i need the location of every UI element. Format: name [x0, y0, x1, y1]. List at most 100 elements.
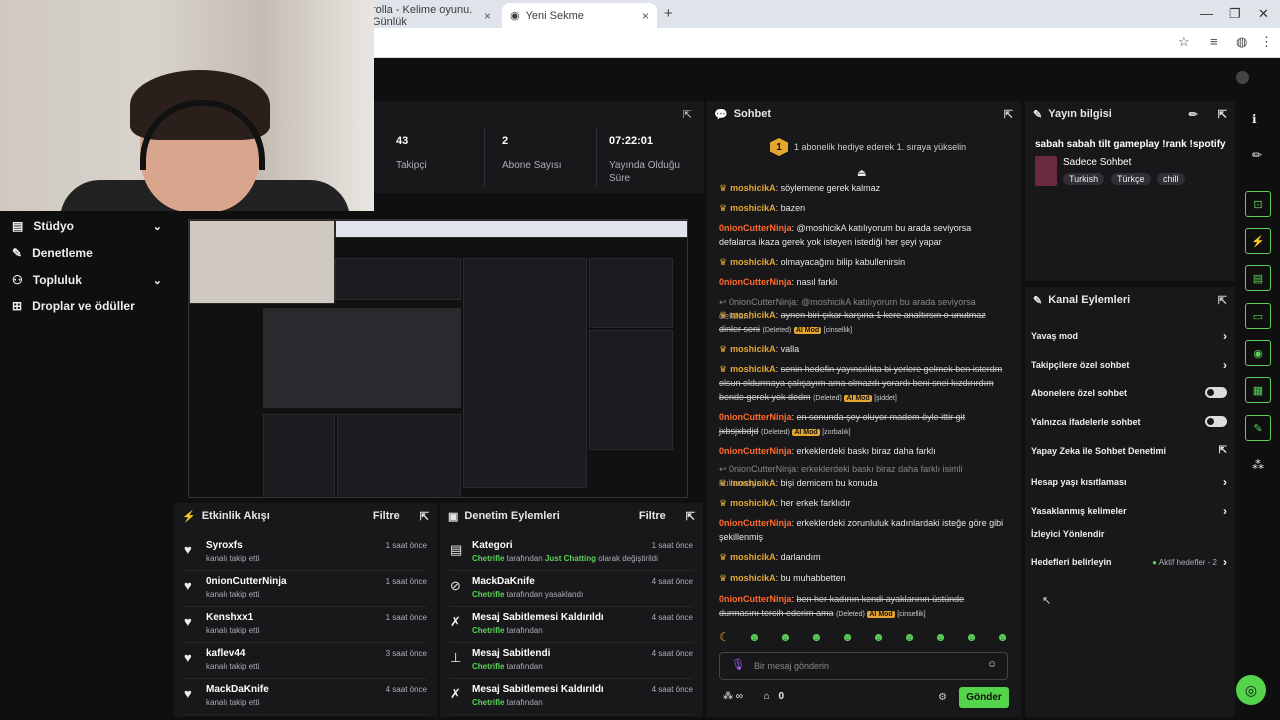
document-icon[interactable]: ▤ [1245, 265, 1271, 291]
emote-icon[interactable]: ☻ [934, 630, 947, 646]
chat-message[interactable]: ♛ moshicikA: valla [719, 342, 1004, 356]
chat-message[interactable]: ♛ moshicikA: darlandım [719, 550, 1004, 564]
points-icon[interactable]: ⁂ [1252, 458, 1264, 472]
chat-username[interactable]: moshicikA [730, 364, 776, 374]
activity-name[interactable]: Kenshxx1 [206, 612, 253, 623]
chat-input[interactable]: Bir mesaj gönderin [719, 652, 1008, 680]
popout-icon[interactable]: ⇱ [1004, 108, 1013, 121]
emote-icon[interactable]: ☻ [841, 630, 854, 646]
minimize-icon[interactable]: — [1200, 6, 1213, 21]
chat-message[interactable]: ♛ moshicikA: senin hedefin yayıncılıkta b… [719, 362, 1004, 406]
chat-message[interactable]: ♛ moshicikA: söylemene gerek kalmaz [719, 181, 1004, 195]
chat-message[interactable]: 0nionCutterNinja: erkeklerdeki zorunlulu… [719, 516, 1004, 544]
chat-username[interactable]: 0nionCutterNinja [719, 223, 792, 233]
chat-username[interactable]: 0nionCutterNinja [719, 518, 792, 528]
popout-icon[interactable]: ⇱ [683, 108, 692, 121]
sidebar-item-community[interactable]: ⚇ Topluluk ⌄ [12, 273, 162, 287]
activity-name[interactable]: MackDaKnife [206, 684, 269, 695]
support-button[interactable]: ◎ [1236, 675, 1266, 705]
moderation-row[interactable]: ✗ Mesaj Sabitlemesi Kaldırıldı Chetrifle t… [450, 609, 693, 643]
chat-message[interactable]: 0nionCutterNinja: ben her kadının kendi … [719, 592, 1004, 622]
pinned-goal[interactable]: 1 1 abonelik hediye ederek 1. sıraya yük… [770, 138, 966, 156]
chat-username[interactable]: 0nionCutterNinja [719, 277, 792, 287]
moderator-name[interactable]: Chetrifle [472, 554, 504, 563]
grid-icon[interactable]: ▦ [1245, 377, 1271, 403]
chat-message[interactable]: 0nionCutterNinja: en sonunda şey oluyor … [719, 410, 1004, 440]
moderator-name[interactable]: Chetrifle [472, 626, 504, 635]
emote-icon[interactable]: ☻ [903, 630, 916, 646]
bolt-icon[interactable]: ⚡ [1245, 228, 1271, 254]
chat-username[interactable]: moshicikA [730, 552, 776, 562]
gear-icon[interactable]: ⚙ [938, 692, 947, 703]
stream-preview[interactable] [188, 219, 688, 498]
wrench-icon[interactable]: ✎ [1245, 415, 1271, 441]
emote-icon[interactable]: ☻ [965, 630, 978, 646]
chat-username[interactable]: moshicikA [730, 478, 776, 488]
close-window-icon[interactable]: ✕ [1258, 6, 1269, 22]
maximize-icon[interactable]: ❐ [1229, 6, 1241, 22]
emote-icon[interactable]: ☻ [872, 630, 885, 646]
stream-tag[interactable]: Türkçe [1111, 173, 1151, 185]
moderation-row[interactable]: ⊥ Mesaj Sabitlendi Chetrifle tarafından 4 s… [450, 645, 693, 679]
emote-icon[interactable]: ☻ [996, 630, 1009, 646]
popout-icon[interactable]: ⇱ [1218, 108, 1227, 121]
sidebar-item-studio[interactable]: ▤ Stüdyo ⌄ [12, 219, 162, 233]
channel-action-row[interactable]: Abonelere özel sohbet [1031, 387, 1227, 398]
activity-name[interactable]: Syroxfs [206, 540, 243, 551]
points-icon[interactable]: ⁂ ∞ [723, 691, 743, 702]
broadcast-icon[interactable]: ◉ [1245, 340, 1271, 366]
chat-username[interactable]: 0nionCutterNinja [719, 412, 792, 422]
moderation-row[interactable]: ✗ Mesaj Sabitlemesi Kaldırıldı Chetrifle t… [450, 681, 693, 715]
popout-icon[interactable]: ⇱ [1218, 294, 1227, 307]
chat-message[interactable]: 0nionCutterNinja: @moshicikA katılıyorum… [719, 221, 1004, 249]
gift-icon[interactable]: ⌂ [764, 691, 770, 702]
moderator-name[interactable]: Chetrifle [472, 662, 504, 671]
info-icon[interactable]: ℹ [1252, 112, 1257, 126]
popout-icon[interactable]: ⇱ [686, 510, 695, 523]
activity-name[interactable]: 0nionCutterNinja [206, 576, 287, 587]
channel-action-row[interactable]: Yavaş mod › [1031, 329, 1227, 343]
edit-icon[interactable]: ✏ [1189, 108, 1198, 121]
stream-tag[interactable]: Turkish [1063, 173, 1105, 185]
avatar[interactable] [1236, 71, 1249, 84]
stream-category[interactable]: Sadece Sohbet [1063, 157, 1131, 168]
collapse-icon[interactable]: ⏏ [857, 168, 866, 179]
chat-message[interactable]: 0nionCutterNinja: erkeklerdeki baskı bir… [719, 444, 1004, 458]
chat-message[interactable]: ♛ moshicikA: olmayacağını bilip kabulleni… [719, 255, 1004, 269]
activity-row[interactable]: ♥ 0nionCutterNinja kanalı takip etti 1 saat… [184, 573, 427, 607]
sidebar-item-moderation[interactable]: ✎ Denetleme [12, 246, 162, 260]
chat-username[interactable]: moshicikA [730, 203, 776, 213]
stream-tag[interactable]: chill [1157, 173, 1185, 185]
profile-icon[interactable]: ◍ [1236, 34, 1247, 50]
activity-name[interactable]: kaflev44 [206, 648, 245, 659]
chat-username[interactable]: 0nionCutterNinja [719, 594, 792, 604]
emote-icon[interactable]: ☻ [810, 630, 823, 646]
chat-message[interactable]: ♛ moshicikA: bazen [719, 201, 1004, 215]
browser-tab[interactable]: rolla - Kelime oyunu. Günlük × [364, 3, 499, 28]
channel-action-row[interactable]: Yalnızca ifadelerle sohbet [1031, 416, 1227, 427]
moderator-name[interactable]: Chetrifle [472, 590, 504, 599]
more-icon[interactable]: ⋮ [1260, 34, 1273, 50]
chat-message[interactable]: ♛ moshicikA: her erkek farklıdır [719, 496, 1004, 510]
activity-row[interactable]: ♥ Kenshxx1 kanalı takip etti 1 saat önce [184, 609, 427, 643]
chat-username[interactable]: moshicikA [730, 573, 776, 583]
close-icon[interactable]: × [642, 9, 649, 23]
chat-message[interactable]: ♛ moshicikA: aynen biri çıkar karşına 1 k… [719, 308, 1004, 338]
moon-emote-icon[interactable]: ☾ [719, 630, 730, 646]
chat-message[interactable]: ♛ moshicikA: bu muhabbetten [719, 571, 1004, 585]
channel-action-row[interactable]: Takipçilere özel sohbet › [1031, 358, 1227, 372]
chat-username[interactable]: moshicikA [730, 344, 776, 354]
filter-button[interactable]: Filtre [639, 510, 666, 522]
activity-row[interactable]: ♥ Syroxfs kanalı takip etti 1 saat önce [184, 537, 427, 571]
pencil-icon[interactable]: ✏ [1252, 148, 1262, 162]
sidebar-item-drops[interactable]: ⊞ Droplar ve ödüller [12, 299, 162, 313]
chat-username[interactable]: moshicikA [730, 257, 776, 267]
channel-action-row[interactable]: Yasaklanmış kelimeler › [1031, 504, 1227, 518]
microphone-icon[interactable]: 🎙 [731, 658, 745, 671]
activity-row[interactable]: ♥ kaflev44 kanalı takip etti 3 saat önce [184, 645, 427, 679]
chat-icon[interactable]: ▭ [1245, 303, 1271, 329]
toggle-switch[interactable] [1205, 387, 1227, 398]
chat-message[interactable]: ♛ moshicikA: bişi demicem bu konuda [719, 476, 1004, 490]
channel-action-row[interactable]: Yapay Zeka ile Sohbet Denetimi ⇱ [1031, 445, 1227, 456]
activity-row[interactable]: ♥ MackDaKnife kanalı takip etti 4 saat önce [184, 681, 427, 715]
